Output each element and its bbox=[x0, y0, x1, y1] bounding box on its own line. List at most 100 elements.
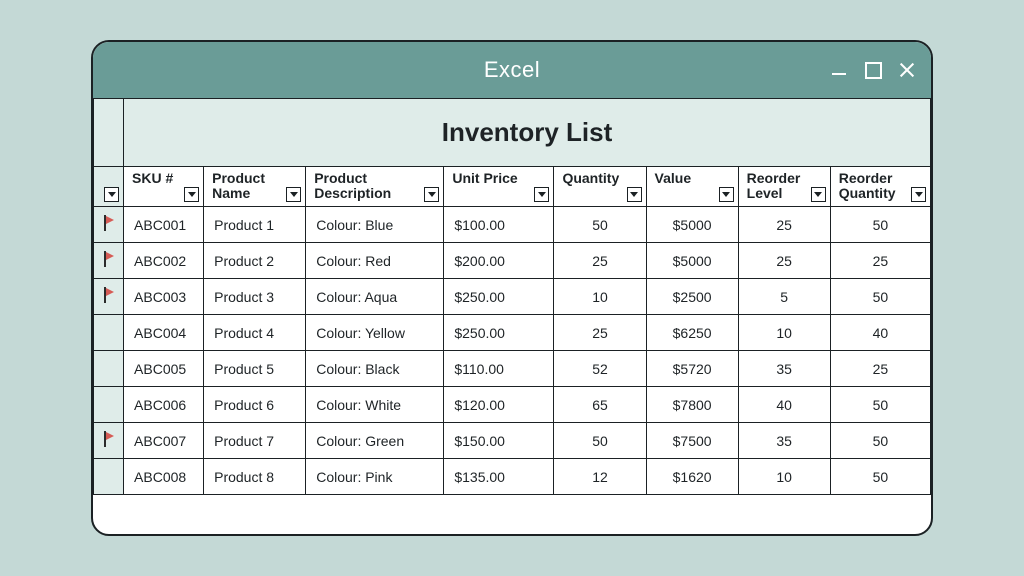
cell-product-name[interactable]: Product 2 bbox=[204, 243, 306, 279]
cell-product-description[interactable]: Colour: Blue bbox=[306, 207, 444, 243]
column-header-reorder-level[interactable]: Reorder Level bbox=[738, 167, 830, 207]
cell-sku[interactable]: ABC003 bbox=[124, 279, 204, 315]
cell-quantity[interactable]: 50 bbox=[554, 207, 646, 243]
cell-flag[interactable] bbox=[94, 423, 124, 459]
cell-flag[interactable] bbox=[94, 459, 124, 495]
cell-product-description[interactable]: Colour: Black bbox=[306, 351, 444, 387]
filter-button-reorder-quantity[interactable] bbox=[911, 187, 926, 202]
cell-unit-price[interactable]: $150.00 bbox=[444, 423, 554, 459]
cell-value[interactable]: $5720 bbox=[646, 351, 738, 387]
cell-reorder-level[interactable]: 35 bbox=[738, 351, 830, 387]
cell-product-description[interactable]: Colour: Red bbox=[306, 243, 444, 279]
cell-unit-price[interactable]: $135.00 bbox=[444, 459, 554, 495]
filter-button-value[interactable] bbox=[719, 187, 734, 202]
cell-product-name[interactable]: Product 3 bbox=[204, 279, 306, 315]
maximize-icon[interactable] bbox=[863, 60, 883, 80]
column-header-unit-price[interactable]: Unit Price bbox=[444, 167, 554, 207]
cell-value[interactable]: $5000 bbox=[646, 243, 738, 279]
cell-value[interactable]: $1620 bbox=[646, 459, 738, 495]
cell-reorder-quantity[interactable]: 25 bbox=[830, 243, 930, 279]
cell-unit-price[interactable]: $250.00 bbox=[444, 279, 554, 315]
minimize-icon[interactable] bbox=[829, 60, 849, 80]
column-header-product-name[interactable]: Product Name bbox=[204, 167, 306, 207]
column-label: Reorder Level bbox=[747, 170, 801, 201]
cell-flag[interactable] bbox=[94, 207, 124, 243]
cell-reorder-level[interactable]: 10 bbox=[738, 459, 830, 495]
cell-flag[interactable] bbox=[94, 243, 124, 279]
cell-reorder-level[interactable]: 25 bbox=[738, 243, 830, 279]
cell-sku[interactable]: ABC008 bbox=[124, 459, 204, 495]
cell-product-description[interactable]: Colour: White bbox=[306, 387, 444, 423]
filter-button-unit-price[interactable] bbox=[534, 187, 549, 202]
filter-button-reorder-level[interactable] bbox=[811, 187, 826, 202]
cell-reorder-quantity[interactable]: 50 bbox=[830, 459, 930, 495]
filter-button-quantity[interactable] bbox=[627, 187, 642, 202]
cell-quantity[interactable]: 25 bbox=[554, 315, 646, 351]
column-header-value[interactable]: Value bbox=[646, 167, 738, 207]
cell-value[interactable]: $7800 bbox=[646, 387, 738, 423]
cell-sku[interactable]: ABC004 bbox=[124, 315, 204, 351]
cell-reorder-level[interactable]: 25 bbox=[738, 207, 830, 243]
cell-flag[interactable] bbox=[94, 315, 124, 351]
cell-sku[interactable]: ABC005 bbox=[124, 351, 204, 387]
close-icon[interactable] bbox=[897, 60, 917, 80]
cell-unit-price[interactable]: $100.00 bbox=[444, 207, 554, 243]
cell-reorder-level[interactable]: 40 bbox=[738, 387, 830, 423]
cell-value[interactable]: $7500 bbox=[646, 423, 738, 459]
cell-sku[interactable]: ABC006 bbox=[124, 387, 204, 423]
cell-quantity[interactable]: 50 bbox=[554, 423, 646, 459]
column-header-reorder-quantity[interactable]: Reorder Quantity bbox=[830, 167, 930, 207]
cell-product-description[interactable]: Colour: Pink bbox=[306, 459, 444, 495]
cell-product-description[interactable]: Colour: Green bbox=[306, 423, 444, 459]
cell-product-name[interactable]: Product 6 bbox=[204, 387, 306, 423]
column-header-quantity[interactable]: Quantity bbox=[554, 167, 646, 207]
cell-product-description[interactable]: Colour: Yellow bbox=[306, 315, 444, 351]
filter-button-flag[interactable] bbox=[104, 187, 119, 202]
cell-flag[interactable] bbox=[94, 351, 124, 387]
cell-reorder-quantity[interactable]: 50 bbox=[830, 207, 930, 243]
cell-product-name[interactable]: Product 7 bbox=[204, 423, 306, 459]
cell-product-name[interactable]: Product 1 bbox=[204, 207, 306, 243]
column-header-product-description[interactable]: Product Description bbox=[306, 167, 444, 207]
cell-quantity[interactable]: 25 bbox=[554, 243, 646, 279]
cell-reorder-level[interactable]: 5 bbox=[738, 279, 830, 315]
column-header-row: SKU # Product Name Product Description U… bbox=[94, 167, 931, 207]
cell-quantity[interactable]: 10 bbox=[554, 279, 646, 315]
cell-quantity[interactable]: 12 bbox=[554, 459, 646, 495]
cell-product-name[interactable]: Product 4 bbox=[204, 315, 306, 351]
column-label: Quantity bbox=[562, 170, 619, 186]
cell-reorder-quantity[interactable]: 40 bbox=[830, 315, 930, 351]
cell-value[interactable]: $5000 bbox=[646, 207, 738, 243]
cell-flag[interactable] bbox=[94, 387, 124, 423]
flag-icon bbox=[102, 251, 116, 267]
sheet-title-gutter bbox=[94, 99, 124, 167]
cell-reorder-quantity[interactable]: 50 bbox=[830, 423, 930, 459]
cell-product-name[interactable]: Product 8 bbox=[204, 459, 306, 495]
cell-sku[interactable]: ABC002 bbox=[124, 243, 204, 279]
filter-button-product-description[interactable] bbox=[424, 187, 439, 202]
cell-reorder-level[interactable]: 10 bbox=[738, 315, 830, 351]
cell-value[interactable]: $2500 bbox=[646, 279, 738, 315]
cell-value[interactable]: $6250 bbox=[646, 315, 738, 351]
cell-quantity[interactable]: 52 bbox=[554, 351, 646, 387]
cell-flag[interactable] bbox=[94, 279, 124, 315]
cell-product-description[interactable]: Colour: Aqua bbox=[306, 279, 444, 315]
cell-unit-price[interactable]: $120.00 bbox=[444, 387, 554, 423]
filter-button-sku[interactable] bbox=[184, 187, 199, 202]
cell-unit-price[interactable]: $110.00 bbox=[444, 351, 554, 387]
cell-sku[interactable]: ABC001 bbox=[124, 207, 204, 243]
cell-reorder-quantity[interactable]: 50 bbox=[830, 387, 930, 423]
cell-quantity[interactable]: 65 bbox=[554, 387, 646, 423]
column-label: Unit Price bbox=[452, 170, 517, 186]
filter-button-product-name[interactable] bbox=[286, 187, 301, 202]
cell-reorder-level[interactable]: 35 bbox=[738, 423, 830, 459]
cell-unit-price[interactable]: $200.00 bbox=[444, 243, 554, 279]
column-header-flag[interactable] bbox=[94, 167, 124, 207]
column-header-sku[interactable]: SKU # bbox=[124, 167, 204, 207]
flag-icon bbox=[102, 287, 116, 303]
cell-product-name[interactable]: Product 5 bbox=[204, 351, 306, 387]
cell-sku[interactable]: ABC007 bbox=[124, 423, 204, 459]
cell-reorder-quantity[interactable]: 50 bbox=[830, 279, 930, 315]
cell-reorder-quantity[interactable]: 25 bbox=[830, 351, 930, 387]
cell-unit-price[interactable]: $250.00 bbox=[444, 315, 554, 351]
